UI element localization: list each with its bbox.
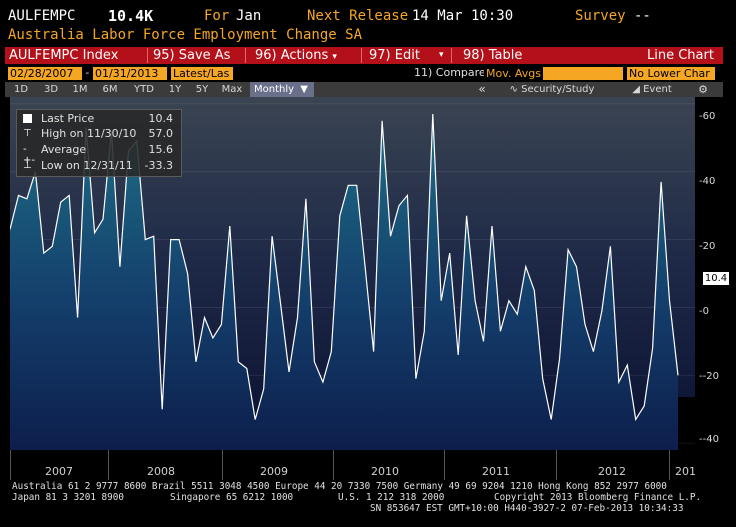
x-label-2011: 2011	[482, 465, 510, 478]
menu-separator	[147, 48, 148, 63]
high-marker-icon: ⊤	[23, 128, 32, 139]
table-button[interactable]: 98) Table	[463, 47, 522, 64]
y-tick-20: -20	[699, 241, 716, 252]
legend-label: Low on 12/31/11	[41, 159, 133, 172]
series-subtitle: Australia Labor Force Employment Change …	[8, 27, 363, 43]
event-button[interactable]: ◢ Event	[627, 82, 677, 97]
end-date-field[interactable]: 01/31/2013	[93, 67, 167, 80]
legend-low: ⊥ Low on 12/31/11 -33.3	[23, 158, 177, 173]
index-label[interactable]: AULFEMPC Index	[9, 47, 118, 64]
security-study-button[interactable]: ∿ Security/Study	[500, 82, 604, 97]
last-value-badge: 10.4	[703, 272, 729, 285]
collapse-button[interactable]: «	[474, 82, 490, 97]
footer-japan: Japan 81 3 3201 8900	[12, 492, 124, 503]
chart-toolbar: 1D 3D 1M 6M YTD 1Y 5Y Max Monthly ▼ « ∿ …	[5, 82, 723, 97]
x-separator	[333, 450, 334, 480]
menu-separator	[451, 48, 452, 63]
x-label-2012: 2012	[598, 465, 626, 478]
legend-high: ⊤ High on 11/30/10 57.0	[23, 126, 177, 141]
event-label: Event	[643, 84, 672, 95]
frequency-value: Monthly	[254, 84, 295, 95]
y-tick-neg20: --20	[699, 371, 719, 382]
range-ytd-button[interactable]: YTD	[129, 82, 159, 97]
legend-value: 10.4	[148, 112, 174, 125]
plot-right-gap	[678, 397, 695, 450]
next-release-value: 14 Mar 10:30	[412, 8, 514, 24]
menu-bar: AULFEMPC Index 95) Save As 96) Actions ▾…	[5, 47, 723, 64]
for-value: Jan	[236, 8, 262, 24]
x-label-2013: 2013	[675, 465, 695, 478]
legend-label: Average	[41, 143, 87, 156]
date-range-dash: -	[84, 66, 91, 79]
chart-type-label[interactable]: Line Chart	[647, 47, 714, 64]
compare-value: Mov. Avgs	[486, 67, 541, 80]
compare-field[interactable]	[543, 67, 623, 80]
last-price-swatch-icon	[23, 114, 32, 123]
range-max-button[interactable]: Max	[218, 82, 246, 97]
menu-separator	[361, 48, 362, 63]
next-release-label: Next Release	[307, 8, 409, 24]
footer-singapore: Singapore 65 6212 1000	[170, 492, 294, 503]
chevron-down-icon: ▼	[300, 84, 308, 95]
range-1m-button[interactable]: 1M	[69, 82, 91, 97]
x-label-2009: 2009	[260, 465, 288, 478]
start-date-field[interactable]: 02/28/2007	[8, 67, 82, 80]
x-separator	[669, 450, 670, 480]
current-value: 10.4K	[108, 7, 154, 25]
range-1y-button[interactable]: 1Y	[164, 82, 186, 97]
range-5y-button[interactable]: 5Y	[191, 82, 213, 97]
event-icon: ◢	[632, 84, 640, 95]
y-tick-40: -40	[699, 176, 716, 187]
range-1d-button[interactable]: 1D	[10, 82, 32, 97]
legend-average: -+- Average 15.6	[23, 142, 177, 166]
for-label: For	[204, 8, 230, 24]
x-separator	[108, 450, 109, 480]
survey-value: --	[634, 8, 651, 24]
footer-us: U.S. 1 212 318 2000	[338, 492, 445, 503]
frequency-select[interactable]: Monthly ▼	[250, 82, 314, 97]
legend-label: Last Price	[41, 112, 95, 125]
period-select[interactable]: Latest/Las	[171, 67, 233, 80]
x-label-2007: 2007	[45, 465, 73, 478]
gear-icon[interactable]: ⚙	[695, 82, 711, 97]
x-separator	[10, 450, 11, 480]
x-separator	[222, 450, 223, 480]
legend-label: High on 11/30/10	[41, 127, 137, 140]
edit-label: 97) Edit	[369, 48, 420, 63]
ticker-label: AULFEMPC	[8, 8, 76, 24]
low-marker-icon: ⊥	[23, 160, 32, 171]
menu-separator	[245, 48, 246, 63]
legend-value: -33.3	[144, 159, 173, 172]
footer-copyright: Copyright 2013 Bloomberg Finance L.P.	[494, 492, 702, 503]
save-as-button[interactable]: 95) Save As	[153, 47, 230, 64]
x-separator	[556, 450, 557, 480]
y-tick-60: -60	[699, 111, 716, 122]
x-axis: 2007 2008 2009 2010 2011 2012 2013	[10, 450, 695, 480]
study-chart-icon: ∿	[509, 84, 518, 95]
x-label-2010: 2010	[371, 465, 399, 478]
legend-value: 57.0	[148, 127, 174, 140]
x-separator	[444, 450, 445, 480]
y-tick-neg40: --40	[699, 434, 719, 445]
legend-value: 15.6	[148, 143, 174, 156]
range-3d-button[interactable]: 3D	[40, 82, 62, 97]
legend-last-price: Last Price 10.4	[23, 111, 177, 126]
y-tick-0: -0	[699, 306, 709, 317]
compare-label: 11) Compare	[414, 66, 486, 79]
chevron-down-icon: ▾	[332, 52, 337, 62]
footer-session-info: SN 853647 EST GMT+10:00 H440-3927-2 07-F…	[370, 503, 684, 514]
lower-chart-select[interactable]: No Lower Char	[627, 67, 715, 80]
actions-label: 96) Actions	[255, 48, 329, 63]
chart-legend[interactable]: Last Price 10.4 ⊤ High on 11/30/10 57.0 …	[16, 109, 182, 177]
survey-label: Survey	[575, 8, 626, 24]
chevron-down-icon: ▾	[439, 50, 444, 60]
security-study-label: Security/Study	[521, 84, 595, 95]
actions-menu[interactable]: 96) Actions ▾	[255, 47, 337, 64]
x-label-2008: 2008	[147, 465, 175, 478]
average-marker-icon: -+-	[23, 144, 35, 166]
range-6m-button[interactable]: 6M	[99, 82, 121, 97]
footer-line-1: Australia 61 2 9777 8600 Brazil 5511 304…	[12, 481, 667, 492]
edit-menu[interactable]: 97) Edit	[369, 47, 420, 64]
